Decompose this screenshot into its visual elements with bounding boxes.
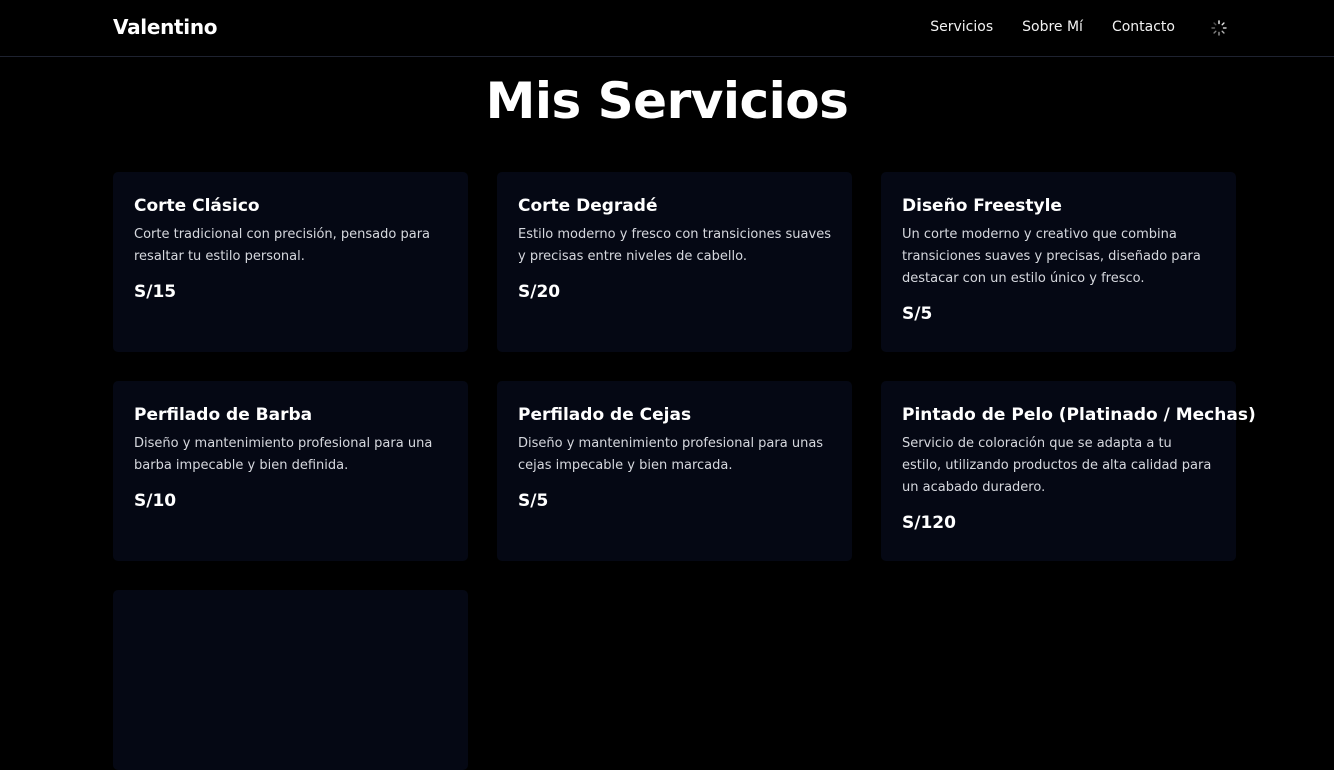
service-description: Corte tradicional con precisión, pensado…	[134, 227, 431, 264]
service-card-corte-clasico[interactable]: Corte Clásico Corte tradicional con prec…	[113, 172, 468, 352]
service-card-perfilado-cejas[interactable]: Perfilado de Cejas Diseño y mantenimient…	[497, 381, 852, 561]
service-price: S/10	[134, 491, 177, 511]
service-price: S/5	[902, 304, 933, 324]
service-title: Corte Degradé	[518, 196, 658, 216]
nav-links: Servicios Sobre Mí Contacto	[930, 19, 1175, 35]
services-grid: Corte Clásico Corte tradicional con prec…	[113, 172, 1256, 770]
service-description: Estilo moderno y fresco con transiciones…	[518, 227, 831, 264]
nav-link-sobre-mi[interactable]: Sobre Mí	[1022, 19, 1083, 35]
brand-logo[interactable]: Valentino	[113, 15, 218, 39]
service-description: Diseño y mantenimiento profesional para …	[518, 436, 824, 473]
service-title: Pintado de Pelo (Platinado / Mechas)	[902, 405, 1256, 425]
nav-link-contacto[interactable]: Contacto	[1112, 19, 1175, 35]
spinner-icon[interactable]	[1211, 20, 1227, 36]
service-card-corte-degrade[interactable]: Corte Degradé Estilo moderno y fresco co…	[497, 172, 852, 352]
service-title: Perfilado de Cejas	[518, 405, 692, 425]
service-price: S/20	[518, 282, 561, 302]
service-card-pintado-pelo[interactable]: Pintado de Pelo (Platinado / Mechas) Ser…	[881, 381, 1256, 561]
service-description: Diseño y mantenimiento profesional para …	[134, 436, 433, 473]
nav-link-servicios[interactable]: Servicios	[930, 19, 993, 35]
service-title: Perfilado de Barba	[134, 405, 313, 425]
service-description: Servicio de coloración que se adapta a t…	[902, 436, 1212, 495]
service-price: S/5	[518, 491, 549, 511]
service-card-partial[interactable]	[113, 590, 468, 770]
service-title: Corte Clásico	[134, 196, 260, 216]
service-title: Diseño Freestyle	[902, 196, 1062, 216]
page-title: Mis Servicios	[485, 72, 849, 130]
service-price: S/15	[134, 282, 177, 302]
service-card-diseno-freestyle[interactable]: Diseño Freestyle Un corte moderno y crea…	[881, 172, 1236, 352]
navbar: Valentino Servicios Sobre Mí Contacto	[0, 0, 1334, 57]
service-price: S/120	[902, 513, 956, 533]
service-description: Un corte moderno y creativo que combina …	[902, 227, 1201, 286]
service-card-perfilado-barba[interactable]: Perfilado de Barba Diseño y mantenimient…	[113, 381, 468, 561]
